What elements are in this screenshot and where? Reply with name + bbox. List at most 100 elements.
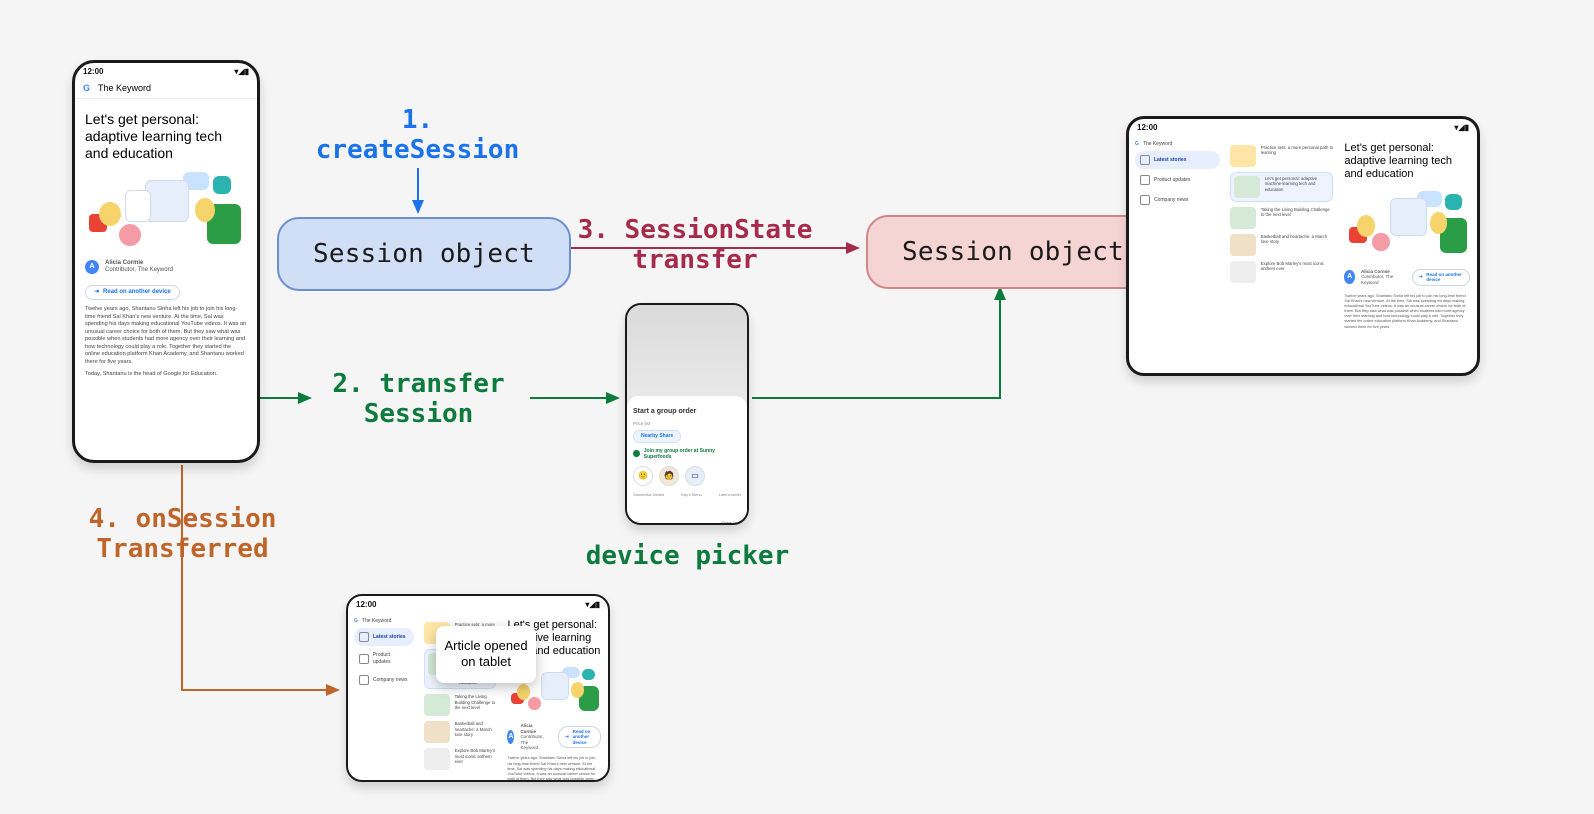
story-title: Basketball and heartache: a March love s… <box>455 721 497 743</box>
author-name: Alicia Cormie <box>105 260 143 266</box>
sidebar-icon <box>359 632 369 642</box>
nearby-share-pill[interactable]: Nearby Share <box>633 430 681 442</box>
tablet-small-statusbar: 12:00 ▾◢▮ <box>348 596 608 612</box>
story-thumb <box>424 721 450 743</box>
read-on-another-device-button[interactable]: ⇥ Read on another device <box>85 285 180 301</box>
picker-target-2[interactable]: 🧑 <box>659 466 679 486</box>
google-logo: G <box>354 618 358 624</box>
author-role: Contributor, The Keyword <box>105 267 173 273</box>
picker-target-captions: Samantha James Kay's Menu Liam's tablet <box>633 492 741 497</box>
story-item-2[interactable]: Taking the Living Building Challenge to … <box>424 694 497 716</box>
sidebar-item-1[interactable]: Product updates <box>354 648 414 669</box>
device-picker-phone: Start a group order Price list Nearby Sh… <box>625 303 749 525</box>
picker-footer-left: ◯ <box>635 520 639 525</box>
devices-icon: ⇥ <box>94 289 99 297</box>
picker-subhead: Price list <box>633 421 741 427</box>
picker-footer-right[interactable]: Share link <box>721 520 739 525</box>
sidebar-icon <box>359 675 369 685</box>
tablet-article-body: Twelve years ago, Shantanu Sinha left hi… <box>507 756 601 782</box>
picker-sheet: Start a group order Price list Nearby Sh… <box>627 396 747 525</box>
story-thumb <box>424 694 450 716</box>
read-on-another-device-button[interactable]: ⇥Read on another device <box>1412 269 1470 286</box>
sidebar-icon <box>1140 155 1150 165</box>
picker-title: Start a group order <box>633 408 741 417</box>
tablet-article-body: Twelve years ago, Shantanu Sinha left hi… <box>1344 294 1470 330</box>
phone-status-icons: ▾◢▮ <box>234 67 249 77</box>
tablet-author: A Alicia CormieContributor, The Keyword … <box>1344 265 1470 290</box>
tablet-app-title: The Keyword <box>1143 141 1172 147</box>
sidebar-label: Product updates <box>373 652 409 665</box>
google-logo: G <box>83 83 90 94</box>
label-create-session: 1. createSession <box>300 106 535 166</box>
avatar: A <box>85 260 99 274</box>
label-on-session-transferred: 4. onSession Transferred <box>70 505 295 565</box>
picker-scrim <box>627 305 747 400</box>
story-thumb <box>1230 145 1256 167</box>
tablet-app-title: The Keyword <box>362 618 391 624</box>
story-title: Explore Bob Marley's most iconic anthem … <box>1261 261 1334 283</box>
sidebar-item-2[interactable]: Company news <box>1135 191 1220 209</box>
story-item-1[interactable]: Let's get personal: adaptive machine-lea… <box>1230 172 1334 202</box>
phone-headline: Let's get personal: adaptive learning te… <box>85 111 247 161</box>
story-item-4[interactable]: Explore Bob Marley's most iconic anthem … <box>424 748 497 770</box>
sidebar-item-0[interactable]: Latest stories <box>354 628 414 646</box>
story-thumb <box>1230 234 1256 256</box>
story-title: Let's get personal: adaptive machine-lea… <box>1265 176 1330 198</box>
phone-article-body-2: Today, Shantanu is the head of Google fo… <box>85 371 247 379</box>
story-item-3[interactable]: Basketball and heartache: a March love s… <box>424 721 497 743</box>
sidebar-label: Product updates <box>1154 177 1190 183</box>
devices-icon: ⇥ <box>1419 274 1423 280</box>
sidebar-item-2[interactable]: Company news <box>354 671 414 689</box>
tablet-target: 12:00 ▾◢▮ GThe Keyword Latest storiesPro… <box>1126 116 1480 376</box>
sidebar-item-0[interactable]: Latest stories <box>1135 151 1220 169</box>
sidebar-label: Latest stories <box>373 634 406 640</box>
check-dot-icon <box>633 450 640 457</box>
sidebar-icon <box>1140 195 1150 205</box>
session-object-source: Session object <box>277 217 571 291</box>
phone-article-body: Twelve years ago, Shantanu Sinha left hi… <box>85 306 247 366</box>
google-logo: G <box>1135 141 1139 147</box>
devices-icon: ⇥ <box>565 734 569 740</box>
tablet-author: A Alicia CormieContributor, The Keyword … <box>507 722 601 753</box>
article-illustration <box>1344 187 1470 259</box>
story-thumb <box>424 748 450 770</box>
toast-article-opened: Article opened on tablet <box>436 626 536 683</box>
read-btn-label: Read on another device <box>103 289 171 297</box>
story-title: Taking the Living Building Challenge to … <box>455 694 497 716</box>
read-on-another-device-button[interactable]: ⇥Read on another device <box>558 726 601 749</box>
label-transfer-session: 2. transfer Session <box>316 370 521 430</box>
story-title: Practice sets: a more personal path to l… <box>1261 145 1334 167</box>
picker-row-label: Join my group order at Sunny Superfoods <box>644 448 741 461</box>
sidebar-label: Company news <box>1154 197 1188 203</box>
story-title: Explore Bob Marley's most iconic anthem … <box>455 748 497 770</box>
story-title: Taking the Living Building Challenge to … <box>1261 207 1334 229</box>
label-session-state: 3. SessionState transfer <box>550 216 840 276</box>
phone-source: 12:00 ▾◢▮ G The Keyword Let's get person… <box>72 60 260 463</box>
sidebar-label: Company news <box>373 677 407 683</box>
story-item-0[interactable]: Practice sets: a more personal path to l… <box>1230 145 1334 167</box>
picker-share-row: Join my group order at Sunny Superfoods <box>633 448 741 461</box>
story-thumb <box>1230 261 1256 283</box>
tablet-story-list: Practice sets: a more personal path to l… <box>1226 135 1338 371</box>
story-item-3[interactable]: Basketball and heartache: a March love s… <box>1230 234 1334 256</box>
sidebar-icon <box>359 654 369 664</box>
phone-author: A Alicia Cormie Contributor, The Keyword <box>85 260 247 275</box>
phone-app-header: G The Keyword <box>75 79 257 99</box>
phone-time: 12:00 <box>83 67 103 77</box>
avatar: A <box>507 730 514 744</box>
picker-target-3[interactable]: ▭ <box>685 466 705 486</box>
story-thumb <box>1234 176 1260 198</box>
tablet-confirmation: 12:00 ▾◢▮ G The Keyword Latest stories Pro… <box>346 594 610 782</box>
tablet-sidebar: G The Keyword Latest stories Product updat… <box>1129 135 1226 371</box>
sidebar-item-1[interactable]: Product updates <box>1135 171 1220 189</box>
sidebar-label: Latest stories <box>1154 157 1187 163</box>
story-item-2[interactable]: Taking the Living Building Challenge to … <box>1230 207 1334 229</box>
story-title: Basketball and heartache: a March love s… <box>1261 234 1334 256</box>
article-illustration <box>85 168 247 254</box>
tablet-article: Let's get personal: adaptive learning te… <box>1337 135 1477 371</box>
picker-target-1[interactable]: 🙂 <box>633 466 653 486</box>
avatar: A <box>1344 270 1355 284</box>
story-item-4[interactable]: Explore Bob Marley's most iconic anthem … <box>1230 261 1334 283</box>
story-thumb <box>1230 207 1256 229</box>
phone-statusbar: 12:00 ▾◢▮ <box>75 63 257 79</box>
